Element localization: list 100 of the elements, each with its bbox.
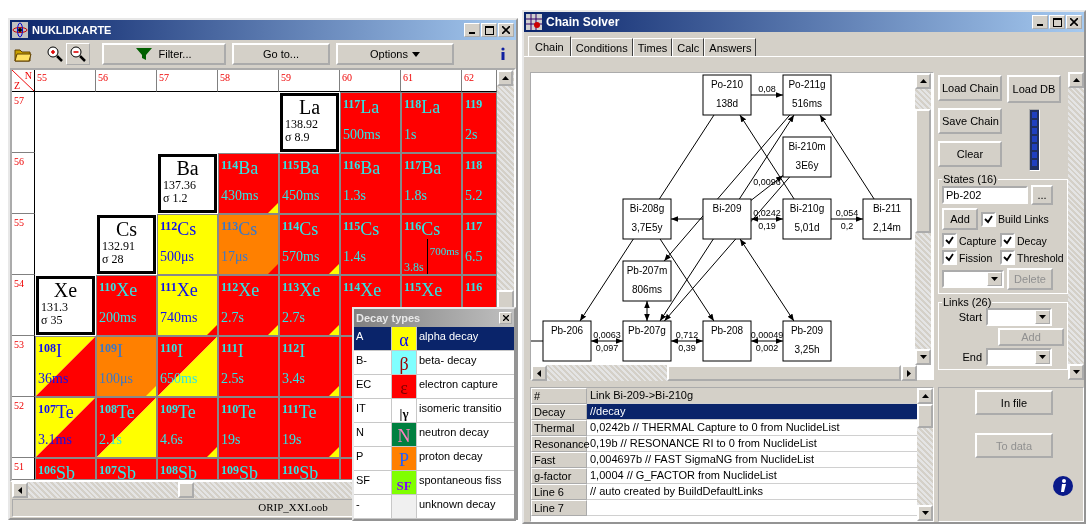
link-arrow[interactable] <box>670 216 704 222</box>
check-icon <box>984 214 993 224</box>
chain-node[interactable]: Pb-209 3,25h <box>782 320 832 362</box>
link-arrow[interactable] <box>590 338 624 344</box>
browse-button[interactable]: ... <box>1031 185 1053 205</box>
checkbox[interactable] <box>1000 250 1015 265</box>
decay-name[interactable]: beta- decay <box>417 351 514 374</box>
scroll-down-button[interactable] <box>915 349 931 365</box>
tab[interactable]: Conditions <box>570 38 633 56</box>
tab[interactable]: Chain <box>528 36 571 56</box>
decay-name[interactable]: spontaneous fiss <box>417 471 514 494</box>
chain-node[interactable]: Po-210 138d <box>702 74 752 116</box>
nuclide-symbol: $^{116}$Cs <box>404 218 442 239</box>
checkbox[interactable] <box>942 233 957 248</box>
decay-name[interactable]: isomeric transitio <box>417 399 514 422</box>
scroll-up-button[interactable] <box>1068 72 1084 88</box>
scroll-up-button[interactable] <box>497 70 513 86</box>
chain-node[interactable]: Bi-211 2,14m <box>862 198 912 240</box>
decay-symbol: P <box>399 450 409 470</box>
decay-code[interactable]: A <box>354 327 392 350</box>
nuclide-cell[interactable]: $^{108}$I 36ms <box>35 336 96 397</box>
checkbox[interactable] <box>1000 233 1015 248</box>
add-button[interactable]: Add <box>942 208 978 230</box>
load-db-button[interactable]: Load DB <box>1007 75 1061 103</box>
table-cell[interactable]: // auto created by BuildDefaultLinks <box>587 484 917 500</box>
decay-name[interactable]: neutron decay <box>417 423 514 446</box>
go-to-button[interactable]: Go to... <box>232 43 330 65</box>
element-cell[interactable]: Xe 131.3 σ 35 <box>36 276 95 335</box>
link-arrow[interactable] <box>750 92 784 98</box>
element-cell[interactable]: Cs 132.91 σ 28 <box>97 215 156 274</box>
tab[interactable]: Answers <box>704 38 757 56</box>
close-button[interactable] <box>499 312 512 324</box>
dropdown-button[interactable] <box>1035 310 1050 324</box>
tab[interactable]: Calc <box>672 38 705 56</box>
scroll-down-button[interactable] <box>917 505 933 521</box>
scrollbar[interactable] <box>1068 72 1084 380</box>
close-button[interactable] <box>498 23 514 37</box>
chain-node[interactable]: Pb-208 <box>702 320 752 362</box>
minimize-button[interactable] <box>1032 15 1048 29</box>
load-chain-button[interactable]: Load Chain <box>938 75 1002 101</box>
column-header: Link Bi-209->Bi-210g <box>587 388 917 404</box>
link-arrow[interactable] <box>644 300 650 322</box>
decay-name[interactable]: unknown decay <box>417 495 514 518</box>
nuclide-cell[interactable]: $^{111}$Xe 740ms <box>157 275 218 336</box>
dropdown-button[interactable] <box>987 272 1002 286</box>
maximize-button[interactable] <box>1049 15 1065 29</box>
scrollbar[interactable] <box>531 365 917 381</box>
element-cell[interactable]: La 138.92 σ 8.9 <box>280 93 339 152</box>
scroll-left-button[interactable] <box>531 365 547 381</box>
scrollbar[interactable] <box>917 388 933 521</box>
element-cell[interactable]: Ba 137.36 σ 1.2 <box>158 154 217 213</box>
info-icon[interactable] <box>500 47 506 61</box>
chain-node[interactable]: Bi-210g 5,01d <box>782 198 832 240</box>
dropdown-button[interactable] <box>1035 350 1050 364</box>
scroll-right-button[interactable] <box>901 365 917 381</box>
zoom-out-button[interactable] <box>66 43 90 65</box>
state-field[interactable]: Pb-202 <box>942 186 1028 204</box>
scroll-left-button[interactable] <box>12 482 28 498</box>
scroll-thumb[interactable] <box>178 482 194 498</box>
link-arrow[interactable] <box>750 216 784 222</box>
minimize-button[interactable] <box>464 23 480 37</box>
caret-icon <box>411 51 420 57</box>
table-cell[interactable]: 0,0242b // THERMAL Capture to 0 from NuclideList <box>587 420 917 436</box>
scroll-down-button[interactable] <box>1068 364 1084 380</box>
link-arrow[interactable] <box>830 216 864 222</box>
filter-button[interactable]: Filter... <box>102 43 226 65</box>
table-cell[interactable]: 1,0004 // G_FACTOR from NuclideList <box>587 468 917 484</box>
nuclide-cell[interactable]: $^{112}$Cs 500μs <box>157 214 218 275</box>
link-arrow[interactable] <box>670 338 704 344</box>
chain-node[interactable]: Bi-208g 3,7E5y <box>622 198 672 240</box>
decay-name[interactable]: alpha decay <box>417 327 514 350</box>
chain-node[interactable]: Bi-209 <box>702 198 752 240</box>
scrollbar[interactable] <box>915 73 931 365</box>
checkbox[interactable] <box>981 211 996 227</box>
in-file-button[interactable]: In file <box>975 390 1053 415</box>
close-button[interactable] <box>1066 15 1082 29</box>
info-icon[interactable] <box>1053 476 1073 496</box>
maximize-button[interactable] <box>481 23 497 37</box>
scroll-thumb[interactable] <box>915 109 931 233</box>
scroll-thumb[interactable] <box>667 365 901 381</box>
chain-node[interactable]: Bi-210m 3E6y <box>782 136 832 178</box>
zoom-in-icon[interactable] <box>46 45 64 63</box>
chain-node[interactable]: Pb-206 <box>542 320 592 362</box>
scroll-thumb[interactable] <box>917 404 933 428</box>
table-cell[interactable]: 0,004697b // FAST SigmaNG from NuclideList <box>587 452 917 468</box>
chain-node[interactable]: Po-211g 516ms <box>782 74 832 116</box>
table-cell[interactable]: //decay <box>587 404 917 420</box>
scroll-up-button[interactable] <box>917 388 933 404</box>
chain-node[interactable]: Pb-207m 806ms <box>622 260 672 302</box>
options-button[interactable]: Options <box>336 43 454 65</box>
scroll-up-button[interactable] <box>915 73 931 89</box>
checkbox[interactable] <box>942 250 957 265</box>
link-arrow[interactable] <box>739 238 795 322</box>
chain-node[interactable]: Pb-207g <box>622 320 672 362</box>
decay-name[interactable]: electron capture <box>417 375 514 398</box>
clear-button[interactable]: Clear <box>938 141 1002 167</box>
save-chain-button[interactable]: Save Chain <box>938 108 1002 134</box>
decay-name[interactable]: proton decay <box>417 447 514 470</box>
link-arrow[interactable] <box>750 338 784 344</box>
tab[interactable]: Times <box>632 38 673 56</box>
